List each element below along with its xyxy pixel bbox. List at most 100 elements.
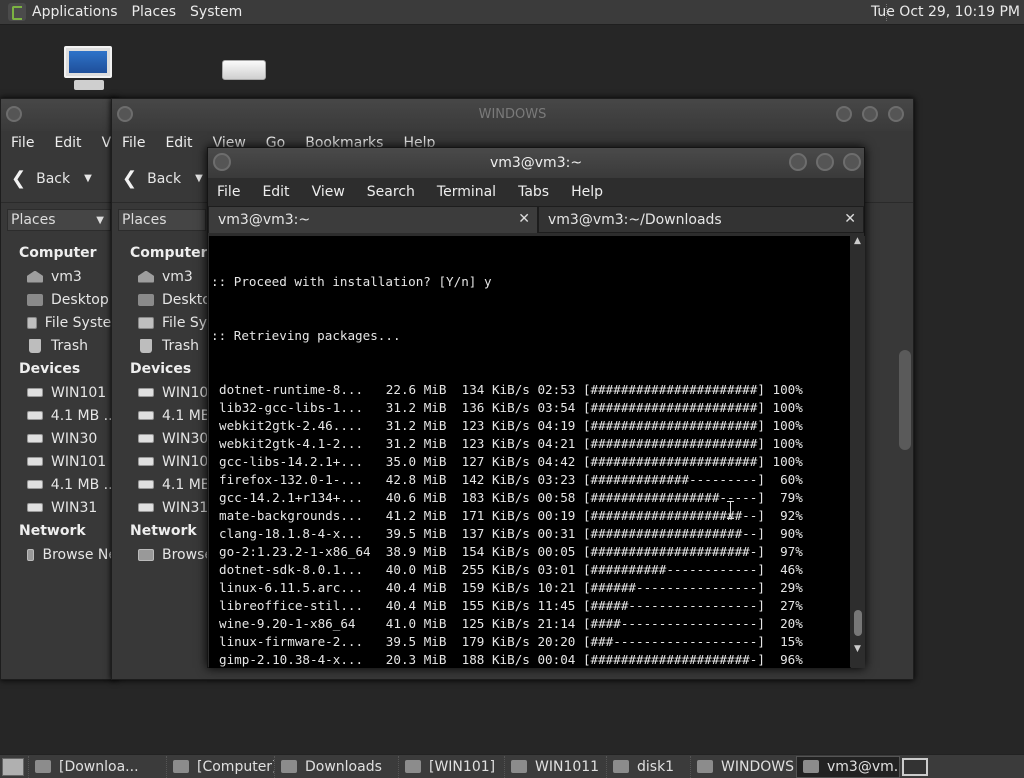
- minimize-button[interactable]: [836, 106, 852, 122]
- drive-icon: [138, 388, 154, 397]
- download-row: go-2:1.23.2-1-x86_64 38.9 MiB 154 KiB/s …: [219, 544, 803, 559]
- file-manager-window-back[interactable]: File Edit Vi ❮ Back ▼ Places ▼ Computer …: [0, 98, 118, 680]
- drive-icon: [27, 480, 43, 489]
- terminal-window[interactable]: vm3@vm3:~ File Edit View Search Terminal…: [207, 147, 865, 668]
- sidebar-item-device[interactable]: 4.1 MB ...: [19, 473, 117, 496]
- drive-icon[interactable]: [222, 60, 266, 80]
- close-button[interactable]: [843, 153, 861, 171]
- sidebar-item-desktop[interactable]: Desktop: [19, 288, 117, 311]
- monitor-base: [74, 80, 104, 90]
- sidebar-heading-devices: Devices: [19, 361, 81, 377]
- scroll-up-icon[interactable]: ▲: [854, 236, 861, 246]
- window-icon: [35, 760, 51, 773]
- window-titlebar[interactable]: WINDOWS: [112, 99, 913, 131]
- back-button[interactable]: ❮ Back ▼: [122, 168, 203, 189]
- sidebar-item-device[interactable]: WIN31: [19, 496, 117, 519]
- close-button[interactable]: [888, 106, 904, 122]
- drive-icon: [27, 457, 43, 466]
- taskbar-item[interactable]: [Downloa...: [28, 755, 166, 778]
- tab-label: vm3@vm3:~: [218, 212, 311, 228]
- sidebar-item-label: File Syster: [44, 314, 117, 331]
- window-icon: [173, 760, 189, 773]
- clock[interactable]: Tue Oct 29, 10:19 PM: [871, 4, 1020, 20]
- computer-icon[interactable]: [64, 46, 112, 92]
- sidebar-item-browse-network[interactable]: Browse Ne: [19, 543, 117, 566]
- terminal-scrollbar[interactable]: ▲ ▼: [851, 236, 865, 668]
- taskbar-item[interactable]: disk1: [606, 755, 690, 778]
- scrollbar-thumb[interactable]: [854, 610, 862, 636]
- menu-file[interactable]: File: [11, 135, 34, 151]
- chevron-down-icon[interactable]: ▼: [84, 173, 92, 184]
- sidebar-item-device[interactable]: WIN30: [19, 427, 117, 450]
- minimize-button[interactable]: [789, 153, 807, 171]
- drive-icon: [27, 411, 43, 420]
- menu-tabs[interactable]: Tabs: [518, 184, 549, 200]
- tab-downloads[interactable]: vm3@vm3:~/Downloads ✕: [538, 206, 864, 233]
- menu-search[interactable]: Search: [367, 184, 415, 200]
- menu-system[interactable]: System: [190, 4, 242, 20]
- sidebar-item-trash[interactable]: Trash: [19, 334, 117, 357]
- maximize-button[interactable]: [816, 153, 834, 171]
- menu-terminal[interactable]: Terminal: [437, 184, 496, 200]
- sidebar-item-label: Browse Ne: [42, 546, 117, 563]
- menu-help[interactable]: Help: [571, 184, 603, 200]
- download-row: dotnet-runtime-8... 22.6 MiB 134 KiB/s 0…: [219, 382, 803, 397]
- menu-edit[interactable]: Edit: [54, 135, 81, 151]
- sidebar-item-device[interactable]: 4.1 MB ...: [19, 404, 117, 427]
- menu-places[interactable]: Places: [132, 4, 177, 20]
- sidebar-heading-computer: Computer: [19, 245, 97, 261]
- taskbar-item[interactable]: [Computer]: [166, 755, 274, 778]
- taskbar-item[interactable]: WIN1011: [504, 755, 606, 778]
- taskbar-item-label: [WIN101]: [429, 758, 496, 775]
- sidebar-item-filesystem[interactable]: File Syster: [19, 311, 117, 334]
- sidebar-item-label: 4.1 MB ...: [50, 476, 117, 493]
- download-row: gcc-14.2.1+r134+... 40.6 MiB 183 KiB/s 0…: [219, 490, 803, 505]
- places-dropdown[interactable]: Places: [118, 209, 206, 231]
- trash-icon: [140, 338, 152, 353]
- download-row: mate-backgrounds... 41.2 MiB 171 KiB/s 0…: [219, 508, 803, 523]
- menu-view[interactable]: View: [312, 184, 345, 200]
- sidebar-item-label: Deskto: [162, 291, 211, 308]
- tab-home[interactable]: vm3@vm3:~ ✕: [208, 206, 538, 233]
- workspace-switcher[interactable]: [902, 758, 928, 776]
- scroll-down-icon[interactable]: ▼: [854, 644, 861, 654]
- drive-icon: [138, 411, 154, 420]
- menu-applications[interactable]: Applications: [32, 4, 118, 20]
- sidebar-item-label: WIN31: [162, 499, 209, 516]
- maximize-button[interactable]: [862, 106, 878, 122]
- places-dropdown[interactable]: Places ▼: [7, 209, 111, 231]
- taskbar-item[interactable]: WINDOWS: [690, 755, 796, 778]
- network-icon: [27, 548, 35, 561]
- chevron-down-icon[interactable]: ▼: [195, 173, 203, 184]
- mate-logo-icon[interactable]: [8, 3, 26, 21]
- window-icon: [613, 760, 629, 773]
- drive-body: [222, 60, 266, 80]
- close-icon[interactable]: ✕: [844, 211, 856, 227]
- window-titlebar[interactable]: vm3@vm3:~: [208, 148, 864, 178]
- window-titlebar[interactable]: [1, 99, 117, 131]
- sidebar-item-device[interactable]: WIN101: [19, 381, 117, 404]
- sidebar-item-label: 4.1 MB: [162, 476, 211, 493]
- back-button[interactable]: ❮ Back ▼: [11, 168, 92, 189]
- menu-edit[interactable]: Edit: [262, 184, 289, 200]
- show-desktop-icon[interactable]: [2, 757, 24, 776]
- drive-icon: [27, 434, 43, 443]
- terminal-output[interactable]: :: Proceed with installation? [Y/n] y ::…: [209, 236, 850, 668]
- close-icon[interactable]: ✕: [518, 211, 530, 227]
- file-view-scrollbar[interactable]: [899, 350, 911, 450]
- desktop-icon: [27, 293, 43, 306]
- window-menu-button[interactable]: [6, 106, 22, 122]
- sidebar: Computer vm3 Desktop File Syster Trash D…: [1, 231, 117, 566]
- sidebar-item-device[interactable]: WIN101: [19, 450, 117, 473]
- drive-icon: [138, 503, 154, 512]
- menu-edit[interactable]: Edit: [165, 135, 192, 151]
- sidebar-item-home[interactable]: vm3: [19, 265, 117, 288]
- taskbar-item[interactable]: [WIN101]: [398, 755, 504, 778]
- taskbar-item[interactable]: vm3@vm...: [796, 755, 900, 778]
- sidebar-heading-network: Network: [19, 523, 86, 539]
- menu-file[interactable]: File: [122, 135, 145, 151]
- window-icon: [511, 760, 527, 773]
- download-row: webkit2gtk-2.46.... 31.2 MiB 123 KiB/s 0…: [219, 418, 803, 433]
- taskbar-item[interactable]: Downloads: [274, 755, 398, 778]
- menu-file[interactable]: File: [217, 184, 240, 200]
